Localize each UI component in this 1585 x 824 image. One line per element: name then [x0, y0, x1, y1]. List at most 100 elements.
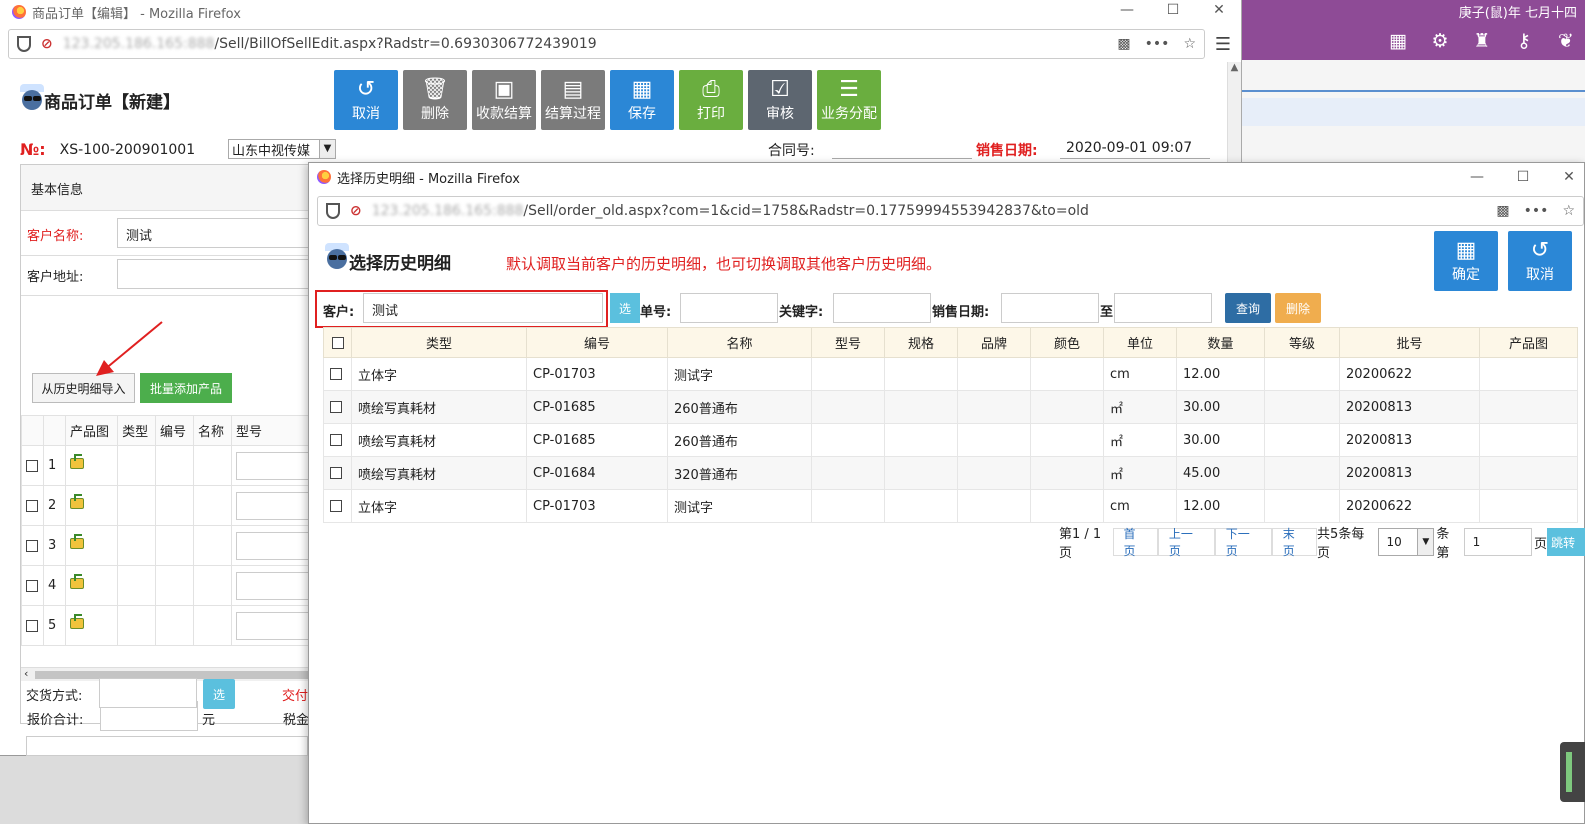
star-icon[interactable]: ☆: [1562, 203, 1575, 219]
insecure-lock-icon[interactable]: ⊘: [350, 203, 362, 219]
model-input[interactable]: [236, 571, 316, 600]
image-upload-icon[interactable]: [70, 574, 84, 589]
contract-field[interactable]: [832, 158, 972, 159]
company-select[interactable]: 山东中视传媒 ▼: [228, 139, 336, 159]
collect-payment-button[interactable]: ▣ 收款结算: [472, 70, 536, 130]
row-checkbox[interactable]: [330, 368, 342, 380]
row-select[interactable]: [323, 357, 352, 391]
select-all-checkbox[interactable]: [331, 336, 344, 349]
row-checkbox[interactable]: [26, 579, 38, 592]
row-select[interactable]: [323, 489, 352, 523]
star-icon[interactable]: ☆: [1183, 36, 1196, 52]
row-select[interactable]: [323, 390, 352, 424]
row-checkbox[interactable]: [330, 401, 342, 413]
row-checkbox[interactable]: [330, 467, 342, 479]
product-image-cell[interactable]: [64, 445, 119, 486]
customer-input[interactable]: 测试: [117, 218, 337, 248]
image-upload-icon[interactable]: [70, 494, 84, 509]
row-checkbox[interactable]: [26, 459, 38, 472]
date-from-input[interactable]: [1001, 293, 1099, 323]
remarks-input[interactable]: [26, 736, 308, 756]
row-select[interactable]: [21, 525, 44, 566]
row-checkbox[interactable]: [26, 619, 38, 632]
table-row[interactable]: 立体字 CP-01703 测试字 cm 12.00 20200622: [323, 489, 1578, 523]
row-select[interactable]: [21, 445, 44, 486]
qr-code-icon[interactable]: ▩: [1496, 203, 1509, 219]
close-icon[interactable]: ✕: [1546, 169, 1585, 185]
order-number-input[interactable]: [680, 293, 778, 323]
model-input[interactable]: [236, 611, 316, 640]
close-icon[interactable]: ✕: [1196, 2, 1242, 18]
delete-button[interactable]: 🗑 删除: [403, 70, 467, 130]
row-checkbox[interactable]: [330, 500, 342, 512]
qr-code-icon[interactable]: ▩: [1117, 36, 1130, 52]
address-input[interactable]: [117, 259, 337, 289]
cancel-button[interactable]: ↺ 取消: [1508, 231, 1572, 291]
row-select[interactable]: [21, 565, 44, 606]
last-page-link[interactable]: 末页: [1271, 527, 1318, 558]
shirt-icon[interactable]: ♜: [1471, 30, 1493, 52]
row-select[interactable]: [323, 423, 352, 457]
assign-business-button[interactable]: ☰ 业务分配: [817, 70, 881, 130]
table-row[interactable]: 喷绘写真耗材 CP-01685 260普通布 ㎡ 30.00 20200813: [323, 390, 1578, 424]
table-row[interactable]: 喷绘写真耗材 CP-01685 260普通布 ㎡ 30.00 20200813: [323, 423, 1578, 457]
query-button[interactable]: 查询: [1225, 293, 1271, 323]
leaf-icon[interactable]: ❦: [1555, 30, 1577, 52]
date-to-input[interactable]: [1114, 293, 1212, 323]
confirm-button[interactable]: ▦ 确定: [1434, 231, 1498, 291]
gear-icon[interactable]: ⚙: [1429, 30, 1451, 52]
select-all-column[interactable]: [323, 327, 352, 358]
table-row[interactable]: 喷绘写真耗材 CP-01684 320普通布 ㎡ 45.00 20200813: [323, 456, 1578, 490]
row-select[interactable]: [21, 605, 44, 646]
scroll-left-icon[interactable]: ‹: [24, 667, 28, 680]
page-size-select[interactable]: 10 ▼: [1377, 528, 1435, 556]
key-icon[interactable]: ⚷: [1513, 30, 1535, 52]
maximize-icon[interactable]: ☐: [1500, 169, 1546, 185]
image-upload-icon[interactable]: [70, 454, 84, 469]
review-button[interactable]: ☑ 审核: [748, 70, 812, 130]
save-button[interactable]: ▦ 保存: [610, 70, 674, 130]
page-number-input[interactable]: 1: [1463, 528, 1533, 556]
grid-plus-icon[interactable]: ▦: [1387, 30, 1409, 52]
customer-input[interactable]: 测试: [363, 293, 603, 323]
delivery-select-button[interactable]: 选: [203, 679, 235, 709]
row-select[interactable]: [323, 456, 352, 490]
minimize-icon[interactable]: —: [1104, 2, 1150, 18]
more-icon[interactable]: •••: [1145, 36, 1170, 52]
product-image-cell[interactable]: [64, 605, 119, 646]
shield-icon[interactable]: [17, 36, 31, 52]
delivery-input[interactable]: [99, 678, 197, 708]
prev-page-link[interactable]: 上一页: [1157, 527, 1215, 558]
minimize-icon[interactable]: —: [1454, 169, 1500, 185]
maximize-icon[interactable]: ☐: [1150, 2, 1196, 18]
product-image-cell[interactable]: [64, 525, 119, 566]
model-input[interactable]: [236, 531, 316, 560]
image-upload-icon[interactable]: [70, 614, 84, 629]
url-field[interactable]: ⊘ 123.205.186.165:888 /Sell/BillOfSellEd…: [8, 29, 1205, 59]
product-image-cell[interactable]: [64, 565, 119, 606]
insecure-lock-icon[interactable]: ⊘: [41, 36, 53, 52]
menu-icon[interactable]: ☰: [1205, 34, 1241, 55]
model-input[interactable]: [236, 491, 316, 520]
shield-icon[interactable]: [326, 203, 340, 219]
row-checkbox[interactable]: [26, 539, 38, 552]
more-icon[interactable]: •••: [1524, 203, 1549, 219]
row-select[interactable]: [21, 485, 44, 526]
settlement-process-button[interactable]: ▤ 结算过程: [541, 70, 605, 130]
scroll-up-icon[interactable]: ▲: [1228, 62, 1241, 73]
print-button[interactable]: ⎙ 打印: [679, 70, 743, 130]
image-upload-icon[interactable]: [70, 534, 84, 549]
jump-button[interactable]: 跳转: [1547, 528, 1585, 556]
row-checkbox[interactable]: [330, 434, 342, 446]
delete-button[interactable]: 删除: [1275, 293, 1321, 323]
product-image-cell[interactable]: [64, 485, 119, 526]
sale-date-value[interactable]: 2020-09-01 09:07: [1066, 140, 1192, 156]
row-checkbox[interactable]: [26, 499, 38, 512]
side-widget[interactable]: [1560, 742, 1585, 802]
keyword-input[interactable]: [833, 293, 931, 323]
table-row[interactable]: 立体字 CP-01703 测试字 cm 12.00 20200622: [323, 357, 1578, 391]
next-page-link[interactable]: 下一页: [1214, 527, 1272, 558]
cancel-button[interactable]: ↺ 取消: [334, 70, 398, 130]
model-input[interactable]: [236, 451, 316, 480]
url-field[interactable]: ⊘ 123.205.186.165:888 /Sell/order_old.as…: [317, 196, 1584, 226]
